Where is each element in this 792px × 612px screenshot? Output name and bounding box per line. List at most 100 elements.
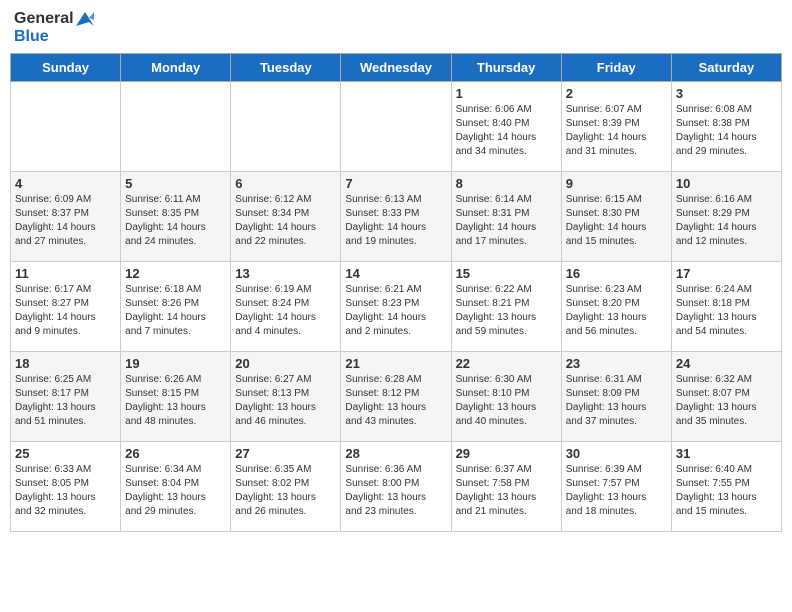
- day-info: Sunrise: 6:07 AM Sunset: 8:39 PM Dayligh…: [566, 103, 667, 159]
- calendar-cell: 6 Sunrise: 6:12 AM Sunset: 8:34 PM Daylig…: [231, 172, 341, 262]
- day-info: Sunrise: 6:17 AM Sunset: 8:27 PM Dayligh…: [15, 283, 116, 339]
- day-info: Sunrise: 6:19 AM Sunset: 8:24 PM Dayligh…: [235, 283, 336, 339]
- calendar-cell: 7 Sunrise: 6:13 AM Sunset: 8:33 PM Daylig…: [341, 172, 451, 262]
- day-info: Sunrise: 6:13 AM Sunset: 8:33 PM Dayligh…: [345, 193, 446, 249]
- day-info: Sunrise: 6:39 AM Sunset: 7:57 PM Dayligh…: [566, 463, 667, 519]
- calendar-header-row: SundayMondayTuesdayWednesdayThursdayFrid…: [11, 54, 782, 82]
- day-number: 27: [235, 446, 336, 461]
- day-info: Sunrise: 6:22 AM Sunset: 8:21 PM Dayligh…: [456, 283, 557, 339]
- calendar-cell: 15 Sunrise: 6:22 AM Sunset: 8:21 PM Dayli…: [451, 262, 561, 352]
- weekday-header-sunday: Sunday: [11, 54, 121, 82]
- calendar-cell: [231, 82, 341, 172]
- day-info: Sunrise: 6:11 AM Sunset: 8:35 PM Dayligh…: [125, 193, 226, 249]
- day-info: Sunrise: 6:21 AM Sunset: 8:23 PM Dayligh…: [345, 283, 446, 339]
- calendar-table: SundayMondayTuesdayWednesdayThursdayFrid…: [10, 53, 782, 532]
- day-info: Sunrise: 6:12 AM Sunset: 8:34 PM Dayligh…: [235, 193, 336, 249]
- calendar-week-1: 1Sunrise: 6:06 AM Sunset: 8:40 PM Daylig…: [11, 82, 782, 172]
- calendar-cell: [11, 82, 121, 172]
- day-number: 26: [125, 446, 226, 461]
- day-info: Sunrise: 6:28 AM Sunset: 8:12 PM Dayligh…: [345, 373, 446, 429]
- calendar-cell: 23Sunrise: 6:31 AM Sunset: 8:09 PM Dayli…: [561, 352, 671, 442]
- day-number: 15: [456, 266, 557, 281]
- day-info: Sunrise: 6:34 AM Sunset: 8:04 PM Dayligh…: [125, 463, 226, 519]
- calendar-cell: 17Sunrise: 6:24 AM Sunset: 8:18 PM Dayli…: [671, 262, 781, 352]
- day-info: Sunrise: 6:09 AM Sunset: 8:37 PM Dayligh…: [15, 193, 116, 249]
- day-number: 3: [676, 86, 777, 101]
- day-number: 30: [566, 446, 667, 461]
- calendar-cell: 11 Sunrise: 6:17 AM Sunset: 8:27 PM Dayli…: [11, 262, 121, 352]
- day-info: Sunrise: 6:25 AM Sunset: 8:17 PM Dayligh…: [15, 373, 116, 429]
- day-number: 18: [15, 356, 116, 371]
- day-number: 4: [15, 176, 116, 191]
- day-info: Sunrise: 6:24 AM Sunset: 8:18 PM Dayligh…: [676, 283, 777, 339]
- day-number: 31: [676, 446, 777, 461]
- day-number: 19: [125, 356, 226, 371]
- day-number: 6: [235, 176, 336, 191]
- day-info: Sunrise: 6:32 AM Sunset: 8:07 PM Dayligh…: [676, 373, 777, 429]
- calendar-cell: [341, 82, 451, 172]
- day-info: Sunrise: 6:35 AM Sunset: 8:02 PM Dayligh…: [235, 463, 336, 519]
- calendar-week-4: 18 Sunrise: 6:25 AM Sunset: 8:17 PM Dayli…: [11, 352, 782, 442]
- day-number: 9: [566, 176, 667, 191]
- day-number: 13: [235, 266, 336, 281]
- calendar-cell: 26 Sunrise: 6:34 AM Sunset: 8:04 PM Dayli…: [121, 442, 231, 532]
- day-number: 14: [345, 266, 446, 281]
- calendar-body: 1Sunrise: 6:06 AM Sunset: 8:40 PM Daylig…: [11, 82, 782, 532]
- weekday-header-friday: Friday: [561, 54, 671, 82]
- page-header: General Blue: [10, 10, 782, 45]
- calendar-cell: 13 Sunrise: 6:19 AM Sunset: 8:24 PM Dayli…: [231, 262, 341, 352]
- weekday-header-thursday: Thursday: [451, 54, 561, 82]
- day-info: Sunrise: 6:26 AM Sunset: 8:15 PM Dayligh…: [125, 373, 226, 429]
- day-number: 7: [345, 176, 446, 191]
- day-number: 24: [676, 356, 777, 371]
- day-number: 16: [566, 266, 667, 281]
- weekday-header-saturday: Saturday: [671, 54, 781, 82]
- day-info: Sunrise: 6:23 AM Sunset: 8:20 PM Dayligh…: [566, 283, 667, 339]
- calendar-cell: 1Sunrise: 6:06 AM Sunset: 8:40 PM Daylig…: [451, 82, 561, 172]
- day-number: 29: [456, 446, 557, 461]
- day-info: Sunrise: 6:14 AM Sunset: 8:31 PM Dayligh…: [456, 193, 557, 249]
- calendar-cell: 25 Sunrise: 6:33 AM Sunset: 8:05 PM Dayli…: [11, 442, 121, 532]
- calendar-cell: 28Sunrise: 6:36 AM Sunset: 8:00 PM Dayli…: [341, 442, 451, 532]
- day-info: Sunrise: 6:18 AM Sunset: 8:26 PM Dayligh…: [125, 283, 226, 339]
- day-info: Sunrise: 6:40 AM Sunset: 7:55 PM Dayligh…: [676, 463, 777, 519]
- day-number: 11: [15, 266, 116, 281]
- day-info: Sunrise: 6:15 AM Sunset: 8:30 PM Dayligh…: [566, 193, 667, 249]
- weekday-header-wednesday: Wednesday: [341, 54, 451, 82]
- day-number: 1: [456, 86, 557, 101]
- day-info: Sunrise: 6:37 AM Sunset: 7:58 PM Dayligh…: [456, 463, 557, 519]
- day-number: 25: [15, 446, 116, 461]
- day-info: Sunrise: 6:33 AM Sunset: 8:05 PM Dayligh…: [15, 463, 116, 519]
- day-info: Sunrise: 6:16 AM Sunset: 8:29 PM Dayligh…: [676, 193, 777, 249]
- calendar-cell: 4 Sunrise: 6:09 AM Sunset: 8:37 PM Daylig…: [11, 172, 121, 262]
- calendar-cell: 29 Sunrise: 6:37 AM Sunset: 7:58 PM Dayli…: [451, 442, 561, 532]
- calendar-cell: 24 Sunrise: 6:32 AM Sunset: 8:07 PM Dayli…: [671, 352, 781, 442]
- calendar-cell: 2 Sunrise: 6:07 AM Sunset: 8:39 PM Daylig…: [561, 82, 671, 172]
- day-info: Sunrise: 6:36 AM Sunset: 8:00 PM Dayligh…: [345, 463, 446, 519]
- day-number: 5: [125, 176, 226, 191]
- calendar-cell: 16 Sunrise: 6:23 AM Sunset: 8:20 PM Dayli…: [561, 262, 671, 352]
- calendar-cell: 21 Sunrise: 6:28 AM Sunset: 8:12 PM Dayli…: [341, 352, 451, 442]
- day-number: 2: [566, 86, 667, 101]
- weekday-header-tuesday: Tuesday: [231, 54, 341, 82]
- calendar-cell: [121, 82, 231, 172]
- calendar-cell: 31 Sunrise: 6:40 AM Sunset: 7:55 PM Dayli…: [671, 442, 781, 532]
- day-info: Sunrise: 6:31 AM Sunset: 8:09 PM Dayligh…: [566, 373, 667, 429]
- day-info: Sunrise: 6:30 AM Sunset: 8:10 PM Dayligh…: [456, 373, 557, 429]
- calendar-cell: 18 Sunrise: 6:25 AM Sunset: 8:17 PM Dayli…: [11, 352, 121, 442]
- day-number: 21: [345, 356, 446, 371]
- calendar-cell: 27 Sunrise: 6:35 AM Sunset: 8:02 PM Dayli…: [231, 442, 341, 532]
- calendar-cell: 8Sunrise: 6:14 AM Sunset: 8:31 PM Daylig…: [451, 172, 561, 262]
- calendar-cell: 14 Sunrise: 6:21 AM Sunset: 8:23 PM Dayli…: [341, 262, 451, 352]
- day-info: Sunrise: 6:27 AM Sunset: 8:13 PM Dayligh…: [235, 373, 336, 429]
- logo-text-blue: Blue: [14, 28, 94, 46]
- calendar-cell: 3 Sunrise: 6:08 AM Sunset: 8:38 PM Daylig…: [671, 82, 781, 172]
- calendar-week-5: 25 Sunrise: 6:33 AM Sunset: 8:05 PM Dayli…: [11, 442, 782, 532]
- day-number: 22: [456, 356, 557, 371]
- calendar-cell: 12Sunrise: 6:18 AM Sunset: 8:26 PM Dayli…: [121, 262, 231, 352]
- calendar-cell: 5 Sunrise: 6:11 AM Sunset: 8:35 PM Daylig…: [121, 172, 231, 262]
- day-info: Sunrise: 6:08 AM Sunset: 8:38 PM Dayligh…: [676, 103, 777, 159]
- logo-bird-icon: [76, 12, 94, 26]
- weekday-header-monday: Monday: [121, 54, 231, 82]
- calendar-cell: 9 Sunrise: 6:15 AM Sunset: 8:30 PM Daylig…: [561, 172, 671, 262]
